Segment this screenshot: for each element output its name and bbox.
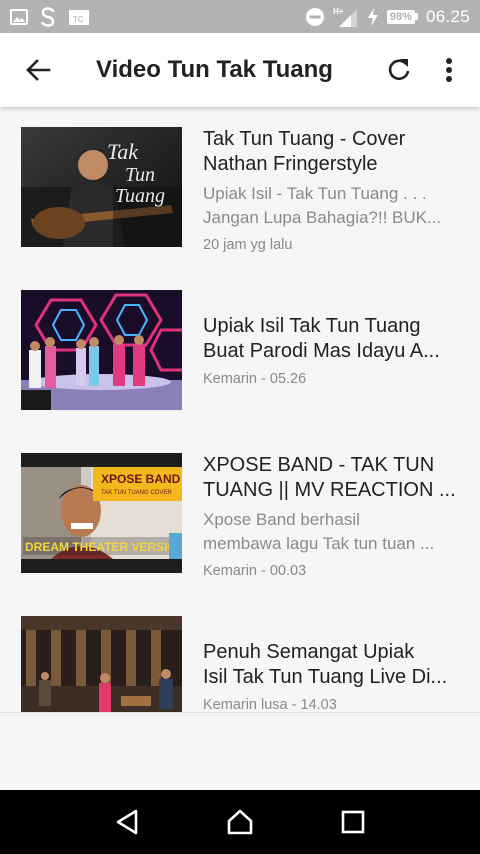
svg-text:Tuang: Tuang [115,185,165,207]
video-description: Xpose Band berhasil membawa lagu Tak tun… [203,508,465,556]
video-info-2[interactable]: Upiak Isil Tak Tun Tuang Buat Parodi Mas… [203,314,465,387]
refresh-button[interactable] [374,33,424,107]
nav-home-button[interactable] [210,792,270,852]
overflow-menu-button[interactable] [424,33,474,107]
signal-icon: H+ [333,6,359,28]
video-title: XPOSE BAND - TAK TUN TUANG || MV REACTIO… [203,453,465,503]
video-item-2[interactable]: Upiak Isil Tak Tun Tuang Buat Parodi Mas… [0,290,480,440]
video-thumbnail-4[interactable] [21,616,182,712]
video-timestamp: Kemarin - 00.03 [203,563,307,579]
refresh-icon [388,59,410,81]
video-title: Upiak Isil Tak Tun Tuang Buat Parodi Mas… [203,314,465,364]
svg-text:XPOSE BAND: XPOSE BAND [101,472,181,486]
video-title-line: Isil Tak Tun Tuang Live Di... [203,666,448,688]
status-notifications: TC [10,6,90,27]
tv-icon: TC [68,8,90,26]
video-item-4[interactable]: Penuh Semangat Upiak Isil Tak Tun Tuang … [0,616,480,712]
video-thumbnail-3[interactable]: XPOSE BAND TAK TUN TUANG COVER DREAM THE… [21,453,182,573]
overflow-menu-icon [446,58,452,82]
status-time: 06.25 [425,6,470,26]
video-title-line: TUANG || MV REACTION ... [203,479,456,501]
list-footer-area [0,712,480,790]
svg-text:TC: TC [73,15,84,24]
video-info-3[interactable]: XPOSE BAND - TAK TUN TUANG || MV REACTIO… [203,453,465,579]
video-item-3[interactable]: XPOSE BAND TAK TUN TUANG COVER DREAM THE… [0,453,480,603]
nav-back-button[interactable] [97,792,157,852]
video-title-line: Upiak Isil Tak Tun Tuang [203,315,421,337]
status-system: H+ 98% 06.25 [305,6,470,28]
navigation-bar [0,790,480,854]
battery-level: 98% [386,9,415,24]
app-bar: Video Tun Tak Tuang [0,33,480,107]
video-description: Upiak Isil - Tak Tun Tuang . . . Jangan … [203,182,465,230]
flash-icon [367,7,379,27]
s-icon [40,6,56,27]
video-desc-line: membawa lagu Tak tun tuan ... [203,534,435,553]
video-title-line: Tak Tun Tuang - Cover [203,128,406,150]
nav-home-icon [227,809,253,835]
svg-text:Tak: Tak [107,139,139,164]
battery-indicator: 98% [386,9,418,24]
video-info-4[interactable]: Penuh Semangat Upiak Isil Tak Tun Tuang … [203,640,465,712]
svg-text:H+: H+ [333,7,344,16]
video-item-1[interactable]: Tak Tun Tuang Tak Tun Tuang - Cover Nath… [0,127,480,277]
back-button[interactable] [8,33,68,107]
video-title: Penuh Semangat Upiak Isil Tak Tun Tuang … [203,640,465,690]
status-bar: TC H+ 98% 06.25 [0,0,480,33]
video-timestamp: Kemarin - 05.26 [203,371,307,387]
dnd-icon [305,7,325,27]
nav-back-icon [116,809,137,835]
video-title-line: Buat Parodi Mas Idayu A... [203,340,440,362]
video-thumbnail-1[interactable]: Tak Tun Tuang [21,127,182,247]
video-title-line: XPOSE BAND - TAK TUN [203,454,435,476]
image-icon [10,8,28,26]
battery-tip [414,13,418,20]
nav-recents-button[interactable] [323,792,383,852]
video-timestamp: Kemarin lusa - 14.03 [203,697,337,712]
svg-text:Tun: Tun [125,164,155,186]
video-desc-line: Xpose Band berhasil [203,510,360,529]
page-title: Video Tun Tak Tuang [96,56,333,83]
video-title-line: Penuh Semangat Upiak [203,641,415,663]
back-arrow-icon [26,59,51,81]
svg-text:TAK TUN TUANG COVER: TAK TUN TUANG COVER [101,490,172,496]
video-list: Tak Tun Tuang Tak Tun Tuang - Cover Nath… [0,107,480,712]
video-desc-line: Jangan Lupa Bahagia?!! BUK... [203,208,442,227]
svg-text:DREAM THEATER VERSION: DREAM THEATER VERSION [25,540,182,554]
video-thumbnail-2[interactable] [21,290,182,410]
video-desc-line: Upiak Isil - Tak Tun Tuang . . . [203,184,427,203]
nav-recents-icon [342,810,365,834]
video-timestamp: 20 jam yg lalu [203,237,293,253]
video-info-1[interactable]: Tak Tun Tuang - Cover Nathan Fringerstyl… [203,127,465,253]
video-title: Tak Tun Tuang - Cover Nathan Fringerstyl… [203,127,465,177]
video-title-line: Nathan Fringerstyle [203,153,378,175]
